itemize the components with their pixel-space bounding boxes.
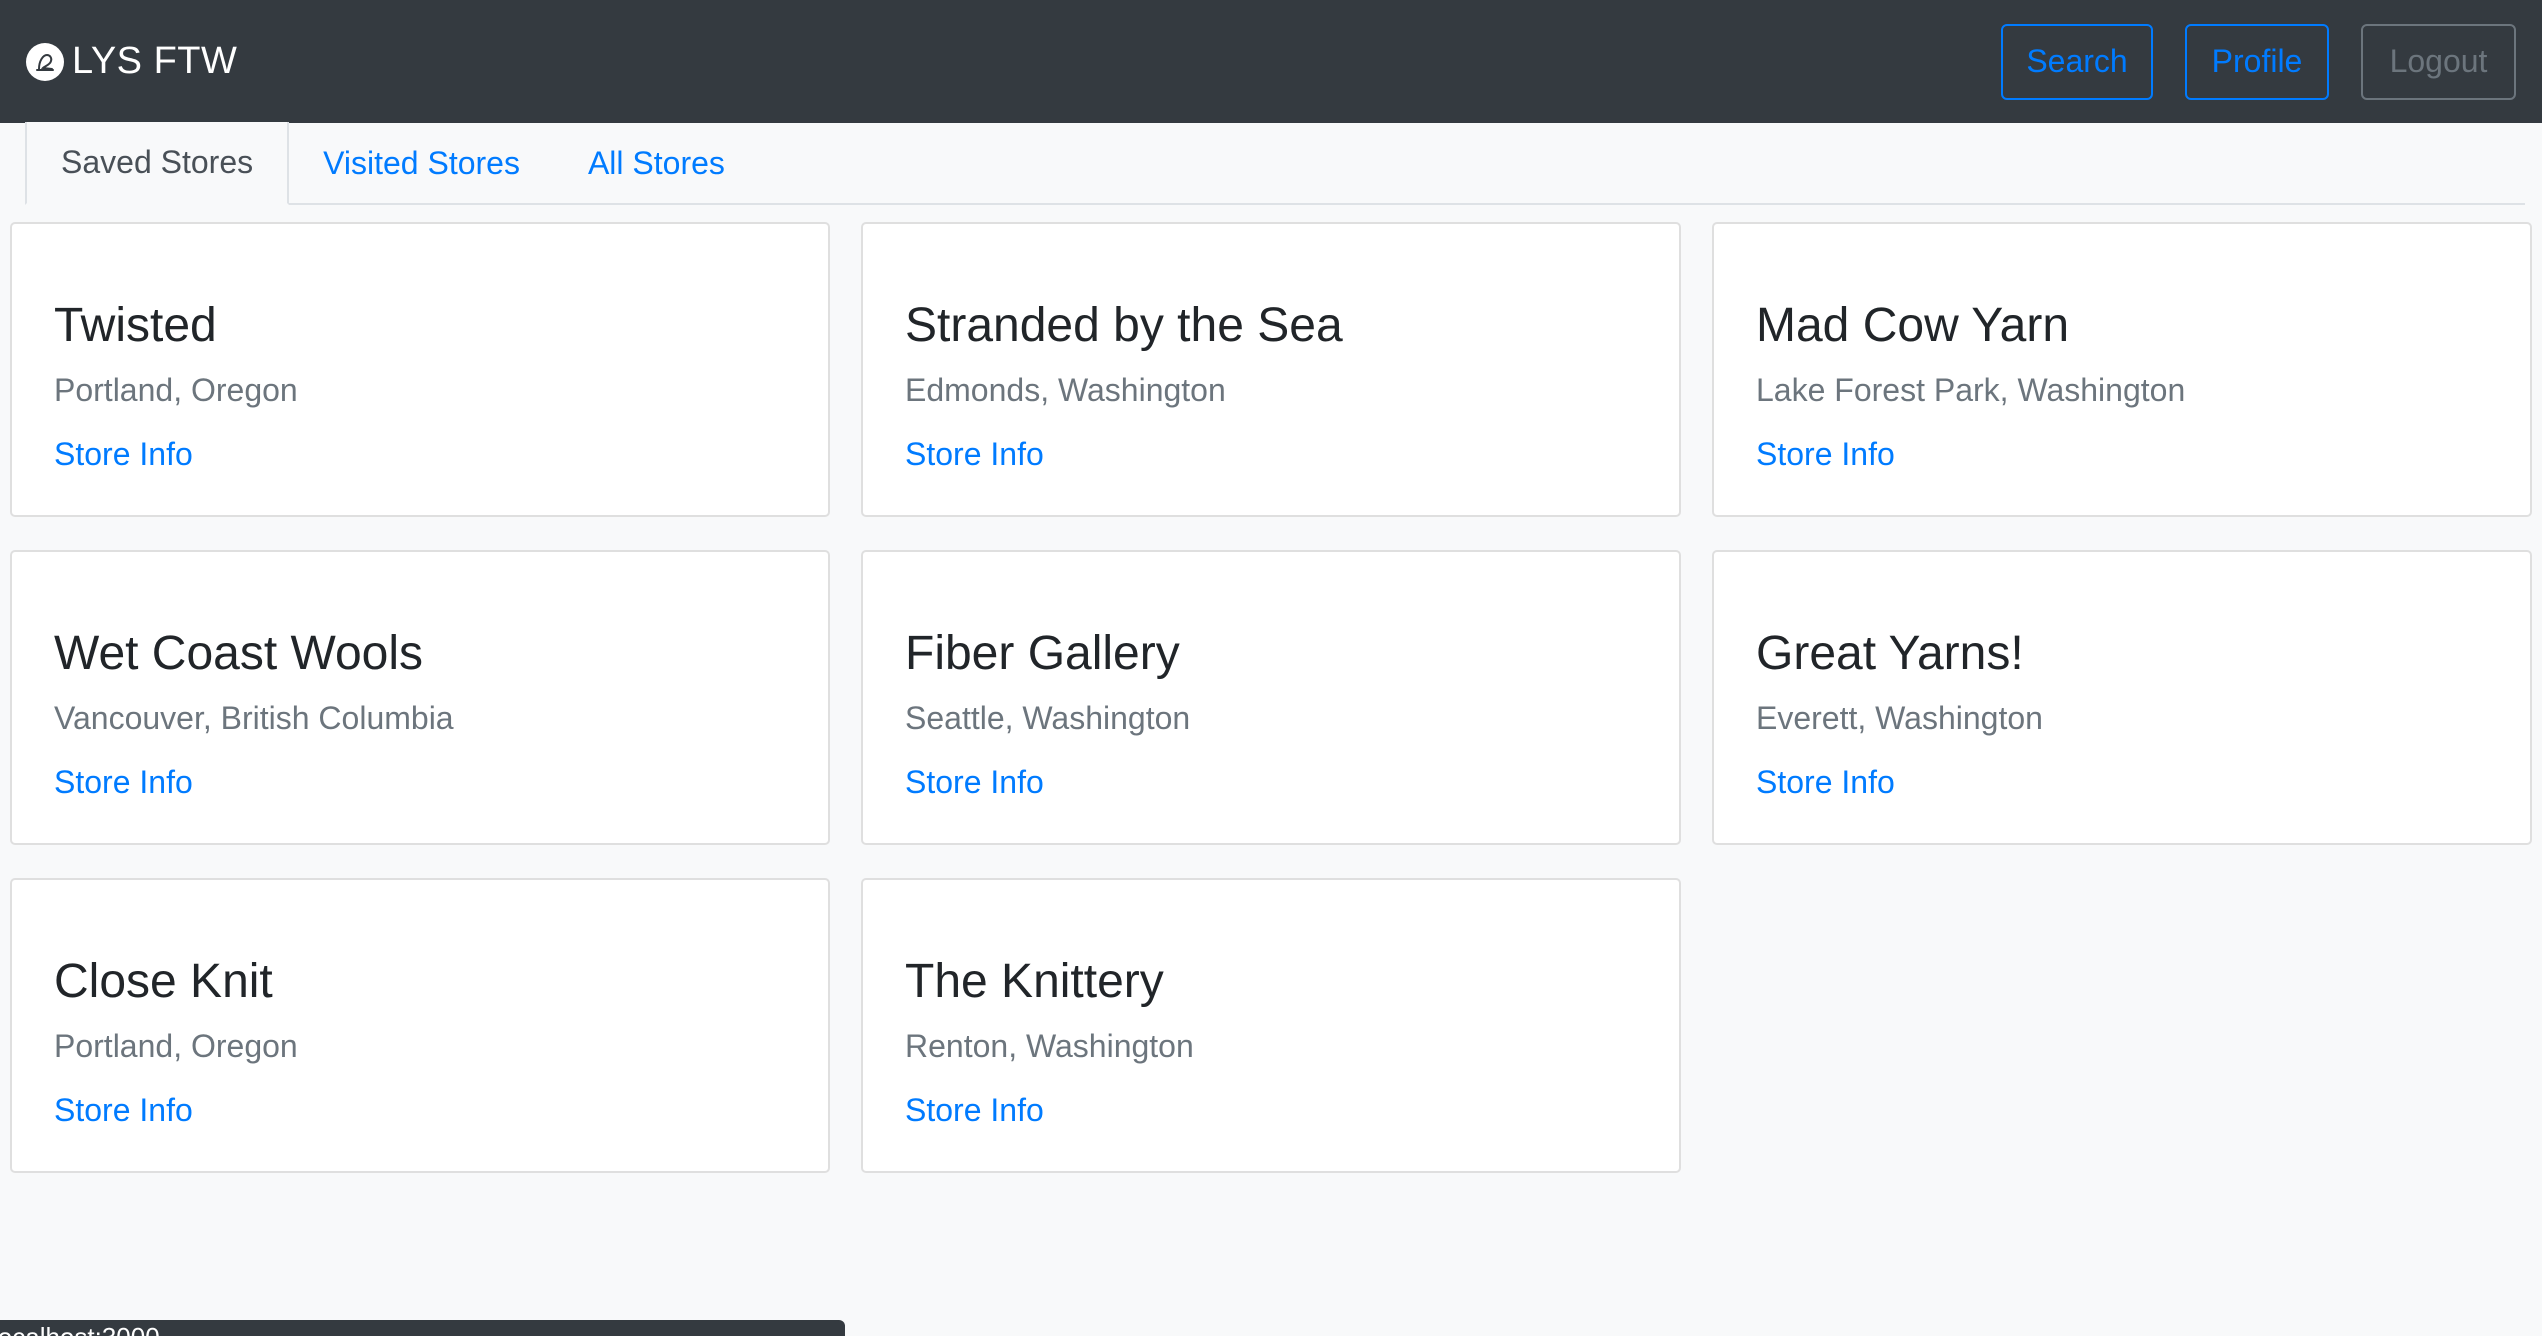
- store-info-link[interactable]: Store Info: [54, 764, 193, 801]
- store-location: Vancouver, British Columbia: [54, 700, 454, 736]
- store-card: Fiber Gallery Seattle, Washington Store …: [861, 550, 1681, 845]
- tab-saved-stores[interactable]: Saved Stores: [25, 122, 290, 205]
- store-name: Wet Coast Wools: [54, 627, 424, 680]
- store-info-link[interactable]: Store Info: [905, 1092, 1044, 1129]
- store-name: Mad Cow Yarn: [1756, 299, 2070, 352]
- store-card: Twisted Portland, Oregon Store Info: [10, 222, 830, 517]
- store-name: Close Knit: [54, 955, 273, 1008]
- store-card: Wet Coast Wools Vancouver, British Colum…: [10, 550, 830, 845]
- status-bar: localhost:3000: [0, 1320, 845, 1336]
- profile-button[interactable]: Profile: [2185, 23, 2329, 100]
- store-name: Fiber Gallery: [905, 627, 1180, 680]
- store-location: Renton, Washington: [905, 1028, 1194, 1064]
- store-location: Lake Forest Park, Washington: [1756, 372, 2186, 408]
- store-info-link[interactable]: Store Info: [1756, 436, 1895, 473]
- tab-all-stores[interactable]: All Stores: [554, 122, 759, 205]
- store-info-link[interactable]: Store Info: [54, 1092, 193, 1129]
- nav-buttons: Search Profile Logout: [2001, 23, 2516, 100]
- top-navbar: LYS FTW Search Profile Logout: [0, 0, 2542, 123]
- store-info-link[interactable]: Store Info: [905, 436, 1044, 473]
- store-tabs: Saved Stores Visited Stores All Stores: [25, 122, 2525, 205]
- store-location: Portland, Oregon: [54, 372, 298, 408]
- store-name: The Knittery: [905, 955, 1164, 1008]
- store-card: The Knittery Renton, Washington Store In…: [861, 878, 1681, 1173]
- status-url: localhost:3000: [0, 1324, 160, 1336]
- store-name: Great Yarns!: [1756, 627, 2024, 680]
- store-info-link[interactable]: Store Info: [1756, 764, 1895, 801]
- store-name: Stranded by the Sea: [905, 299, 1343, 352]
- store-info-link[interactable]: Store Info: [54, 436, 193, 473]
- store-name: Twisted: [54, 299, 217, 352]
- logout-button[interactable]: Logout: [2361, 23, 2516, 100]
- store-card: Close Knit Portland, Oregon Store Info: [10, 878, 830, 1173]
- store-location: Everett, Washington: [1756, 700, 2043, 736]
- store-card: Great Yarns! Everett, Washington Store I…: [1712, 550, 2532, 845]
- store-card: Stranded by the Sea Edmonds, Washington …: [861, 222, 1681, 517]
- store-info-link[interactable]: Store Info: [905, 764, 1044, 801]
- search-button[interactable]: Search: [2001, 23, 2153, 100]
- brand[interactable]: LYS FTW: [26, 40, 237, 83]
- store-location: Portland, Oregon: [54, 1028, 298, 1064]
- store-location: Seattle, Washington: [905, 700, 1191, 736]
- yarn-logo-icon: [26, 42, 64, 81]
- store-location: Edmonds, Washington: [905, 372, 1226, 408]
- brand-name: LYS FTW: [72, 40, 238, 82]
- store-card: Mad Cow Yarn Lake Forest Park, Washingto…: [1712, 222, 2532, 517]
- tab-visited-stores[interactable]: Visited Stores: [289, 122, 554, 205]
